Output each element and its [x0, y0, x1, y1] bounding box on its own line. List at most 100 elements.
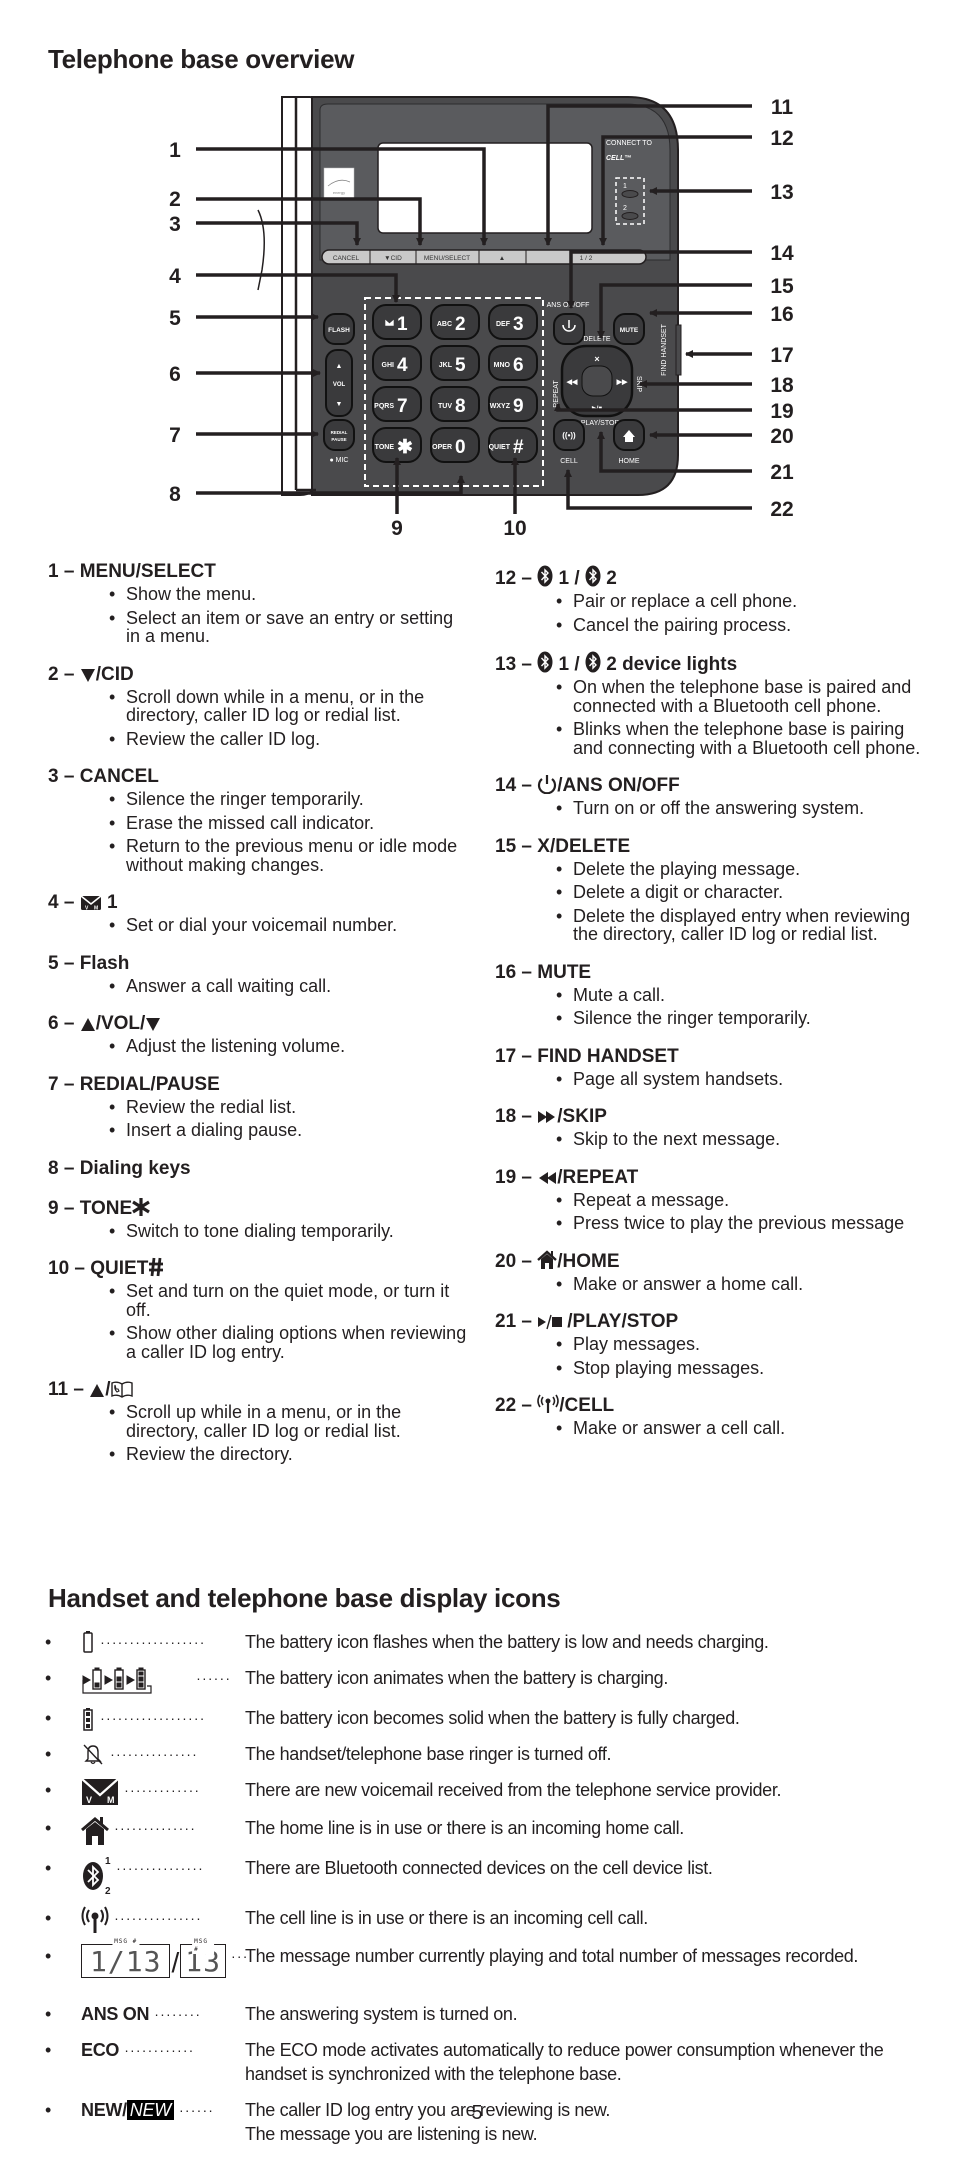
flash-key: FLASH: [323, 313, 355, 345]
message-counter-icon: MSG # 1/13 / MSG # 13: [81, 1938, 226, 1978]
hash-key-icon: [149, 1257, 164, 1277]
icon-description: There are Bluetooth connected devices on…: [245, 1858, 713, 1878]
description-bullet: Review the redial list.: [109, 1097, 468, 1117]
item-heading: 2 – /CID: [48, 663, 468, 686]
item-heading: 6 – /VOL/: [48, 1012, 468, 1035]
description-bullet: Scroll down while in a menu, or in the d…: [109, 687, 468, 725]
triangle-up-icon: [90, 1384, 105, 1397]
delete-label: DELETE: [583, 336, 611, 343]
item-heading: 5 – Flash: [48, 952, 468, 975]
button-description-18: 18 – /SKIP Skip to the next message.: [495, 1105, 935, 1149]
item-title: QUIET: [90, 1257, 164, 1279]
item-title: /VOL/: [80, 1013, 162, 1034]
dial-key-digit: 3: [513, 314, 524, 335]
svg-text:FLASH: FLASH: [328, 327, 350, 334]
item-heading: 8 – Dialing keys: [48, 1157, 468, 1180]
display-icons-list: • ·················· The battery icon fla…: [45, 1630, 925, 2158]
item-heading: 15 – X/DELETE: [495, 835, 935, 858]
bullet: •: [45, 1780, 52, 1800]
button-description-1: 1 – MENU/SELECT Show the menu. Select an i…: [48, 560, 468, 646]
description-bullet: Insert a dialing pause.: [109, 1121, 468, 1140]
description-bullets: Set or dial your voicemail number.: [48, 916, 468, 935]
description-bullet: Delete a digit or character.: [556, 883, 935, 902]
callout-5: 5: [169, 307, 181, 330]
item-title: X/DELETE: [537, 835, 631, 857]
item-heading: 14 – /ANS ON/OFF: [495, 774, 935, 797]
svg-text:V: V: [86, 1795, 92, 1805]
item-heading: 9 – TONE: [48, 1197, 468, 1220]
mute-key: MUTE: [613, 313, 645, 345]
description-bullets: Mute a call. Silence the ringer temporari…: [495, 985, 935, 1028]
description-bullet: Switch to tone dialing temporarily.: [109, 1221, 468, 1241]
dot-leader: ············: [119, 2042, 195, 2058]
bullet: •: [45, 1668, 52, 1688]
power-icon: [538, 775, 557, 794]
description-bullet: Delete the displayed entry when reviewin…: [556, 906, 935, 944]
button-description-2: 2 – /CIDScroll down while in a menu, or …: [48, 663, 468, 749]
description-bullet: Set and turn on the quiet mode, or turn …: [109, 1282, 468, 1319]
item-heading: 10 – QUIET: [48, 1257, 468, 1280]
item-number: 19 –: [495, 1166, 538, 1188]
button-description-16: 16 – MUTEMute a call. Silence the ringer …: [495, 961, 935, 1028]
display-icon-row: • ······ The battery icon animates when t…: [45, 1666, 925, 1696]
description-bullet: Repeat a message.: [556, 1190, 935, 1210]
item-title: TONE: [80, 1197, 150, 1219]
description-bullets: Pair or replace a cell phone. Cancel the …: [495, 592, 935, 634]
dial-key-✱: TONE ✱: [372, 427, 422, 463]
dial-key-digit: 1: [397, 314, 408, 335]
dial-key-letters: QUIET: [489, 444, 511, 451]
find-handset-label: FIND HANDSET: [661, 323, 668, 375]
button-description-11: 11 – /Scroll up while in a menu, or in t…: [48, 1378, 468, 1464]
description-bullets: Delete the playing message. Delete a digi…: [495, 859, 935, 944]
display-icon-row: • MSG # 1/13 / MSG # 13 ··· The message n…: [45, 1938, 925, 1992]
icon-description: The message number currently playing and…: [245, 1946, 859, 1966]
bluetooth-icon: [537, 651, 553, 673]
cell-key: ((•)): [553, 419, 585, 451]
button-description-5: 5 – FlashAnswer a call waiting call.: [48, 952, 468, 996]
item-number: 14 –: [495, 775, 538, 796]
item-heading: 16 – MUTE: [495, 961, 935, 984]
icon-description: The cell line is in use or there is an i…: [245, 1908, 648, 1928]
battery-low-icon: [83, 1631, 93, 1653]
dial-key-letters: PQRS: [374, 403, 394, 410]
icon-description: The ECO mode activates automatically to …: [245, 2040, 884, 2084]
dot-leader: ···············: [111, 1860, 205, 1876]
dial-key-3: DEF 3: [488, 304, 538, 340]
item-title: /CID: [80, 664, 134, 685]
callout-21: 21: [770, 461, 794, 484]
button-description-21: 21 – /PLAY/STOP Play messages. Stop playin…: [495, 1310, 935, 1377]
callout-19: 19: [770, 400, 793, 423]
dial-key-digit: 5: [455, 355, 466, 376]
display-icon-row: • V M ············· There are new voicemail…: [45, 1778, 925, 1806]
item-heading: 4 – VM 1: [48, 891, 468, 914]
description-bullet: Cancel the pairing process.: [556, 615, 935, 635]
description-bullet: Press twice to play the previous message: [556, 1214, 935, 1233]
bullet: •: [45, 1946, 52, 1966]
section-title-display-icons: Handset and telephone base display icons: [48, 1583, 561, 1613]
dial-key-8: TUV 8: [430, 386, 480, 422]
bullet: •: [45, 2004, 52, 2024]
home-key: [613, 419, 645, 451]
button-description-9: 9 – TONESwitch to tone dialing temporari…: [48, 1197, 468, 1241]
description-bullet: Delete the playing message.: [556, 859, 935, 879]
item-heading: 7 – REDIAL/PAUSE: [48, 1073, 468, 1096]
description-bullet: Blinks when the telephone base is pairin…: [556, 720, 935, 757]
dial-key-digit: 0: [455, 437, 466, 458]
item-number: 20 –: [495, 1250, 538, 1272]
play-stop-icon: [538, 1314, 563, 1330]
directory-book-icon: [110, 1381, 133, 1398]
description-bullet: Skip to the next message.: [556, 1130, 935, 1149]
item-heading: 3 – CANCEL: [48, 765, 468, 788]
button-description-22: 22 – /CELL Make or answer a cell call.: [495, 1394, 935, 1438]
dot-leader: ··············: [109, 1820, 197, 1836]
description-bullets: Show the menu. Select an item or save an …: [48, 585, 468, 646]
battery-full-icon: [83, 1708, 93, 1731]
dial-key-letters: ABC: [437, 321, 452, 328]
svg-text:▼: ▼: [336, 401, 343, 408]
dial-key-letters: DEF: [496, 321, 511, 328]
description-bullets: Scroll up while in a menu, or in the dir…: [48, 1403, 468, 1464]
item-number: 10 –: [48, 1258, 91, 1279]
item-number: 17 –: [495, 1045, 538, 1067]
dot-leader: ·············: [119, 1782, 201, 1798]
bluetooth-icon: [537, 565, 553, 587]
